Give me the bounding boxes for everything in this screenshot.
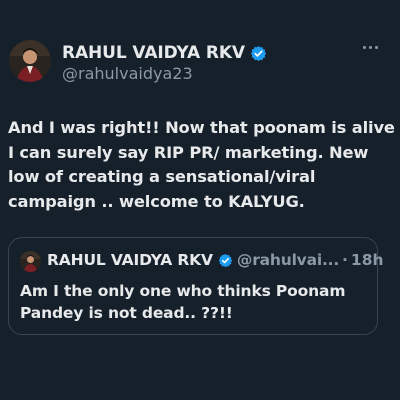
quoted-timestamp[interactable]: 18h xyxy=(351,251,384,269)
author-line: RAHUL VAIDYA RKV xyxy=(62,43,267,63)
tweet-text-line: And I was right!! Now that poonam is ali… xyxy=(8,118,395,137)
quoted-text-line: Am I the only one who thinks Poonam xyxy=(20,282,346,300)
tweet-text-line: campaign .. welcome to KALYUG. xyxy=(8,191,305,211)
verified-badge-icon xyxy=(250,45,267,61)
quoted-text-line: Pandey is not dead.. ??!! xyxy=(20,304,233,322)
author-avatar[interactable] xyxy=(9,40,51,82)
tweet-text: And I was right!! Now that poonam is ali… xyxy=(8,116,395,214)
quoted-author-handle[interactable]: @rahulvai... xyxy=(237,251,339,269)
quoted-avatar-image xyxy=(20,251,41,272)
quoted-author-avatar[interactable] xyxy=(20,251,41,272)
quoted-tweet-text: Am I the only one who thinks Poonam Pand… xyxy=(20,280,370,324)
tweet-card: RAHUL VAIDYA RKV @rahulvaidya23 And I wa… xyxy=(0,0,400,400)
tweet-text-line: low of creating a sensational/viral xyxy=(8,167,316,186)
quoted-tweet[interactable]: RAHUL VAIDYA RKV @rahulvai... · 18h Am I… xyxy=(8,237,384,335)
author-handle[interactable]: @rahulvaidya23 xyxy=(62,64,193,83)
quoted-header: RAHUL VAIDYA RKV @rahulvai... · 18h xyxy=(47,251,384,269)
verified-badge-icon xyxy=(218,253,233,267)
author-name[interactable]: RAHUL VAIDYA RKV xyxy=(62,43,245,63)
tweet-text-line: I can surely say RIP PR/ marketing. New xyxy=(8,142,369,162)
more-horizontal-icon[interactable] xyxy=(363,46,378,49)
quoted-author-name[interactable]: RAHUL VAIDYA RKV xyxy=(47,251,213,269)
separator-dot: · xyxy=(342,251,348,269)
avatar-image xyxy=(9,40,51,82)
